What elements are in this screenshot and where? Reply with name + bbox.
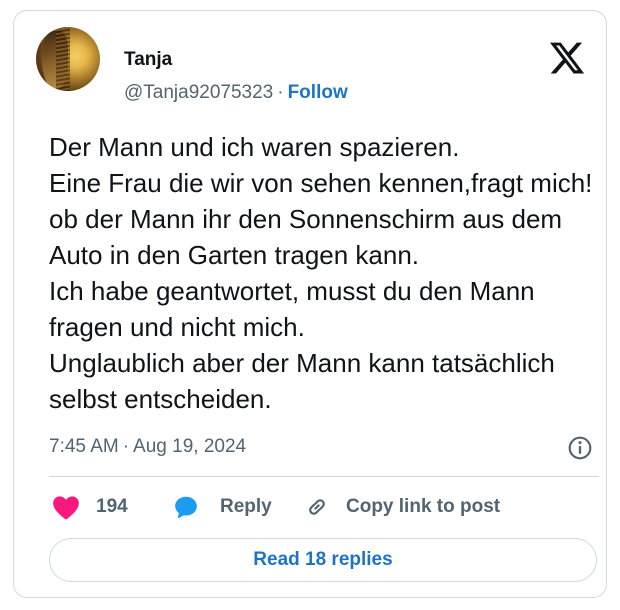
tweet-date: Aug 19, 2024 [133, 436, 247, 457]
link-icon [309, 499, 325, 515]
speech-bubble-icon [175, 496, 197, 519]
tweet-timestamp[interactable]: 7:45 AM · Aug 19, 2024 [49, 435, 246, 459]
heart-icon [53, 496, 79, 520]
handle-separator: · [277, 82, 284, 103]
like-count: 194 [96, 496, 128, 517]
read-replies-button[interactable]: Read 18 replies [49, 538, 597, 582]
reply-button[interactable]: Reply [172, 492, 272, 522]
x-logo-icon[interactable] [548, 39, 586, 77]
info-icon[interactable] [567, 435, 593, 461]
timestamp-separator: · [122, 436, 130, 457]
divider [49, 476, 599, 477]
tweet-card: Tanja @Tanja92075323 · Follow Der Mann und… [13, 10, 607, 598]
author-handle-row: @Tanja92075323 · Follow [124, 81, 348, 105]
like-button[interactable]: 194 [52, 492, 128, 522]
avatar[interactable] [36, 27, 100, 91]
tweet-text: Der Mann und ich waren spazieren. Eine F… [49, 132, 593, 414]
copy-link-label: Copy link to post [346, 496, 501, 517]
copy-link-button[interactable]: Copy link to post [304, 492, 500, 522]
reply-label: Reply [220, 496, 272, 517]
author-handle[interactable]: @Tanja92075323 [124, 82, 273, 103]
tweet-time: 7:45 AM [49, 436, 119, 457]
author-name[interactable]: Tanja [124, 48, 172, 72]
tweet-actions: 194 Reply Copy link to post [52, 492, 602, 522]
follow-button[interactable]: Follow [288, 82, 348, 103]
